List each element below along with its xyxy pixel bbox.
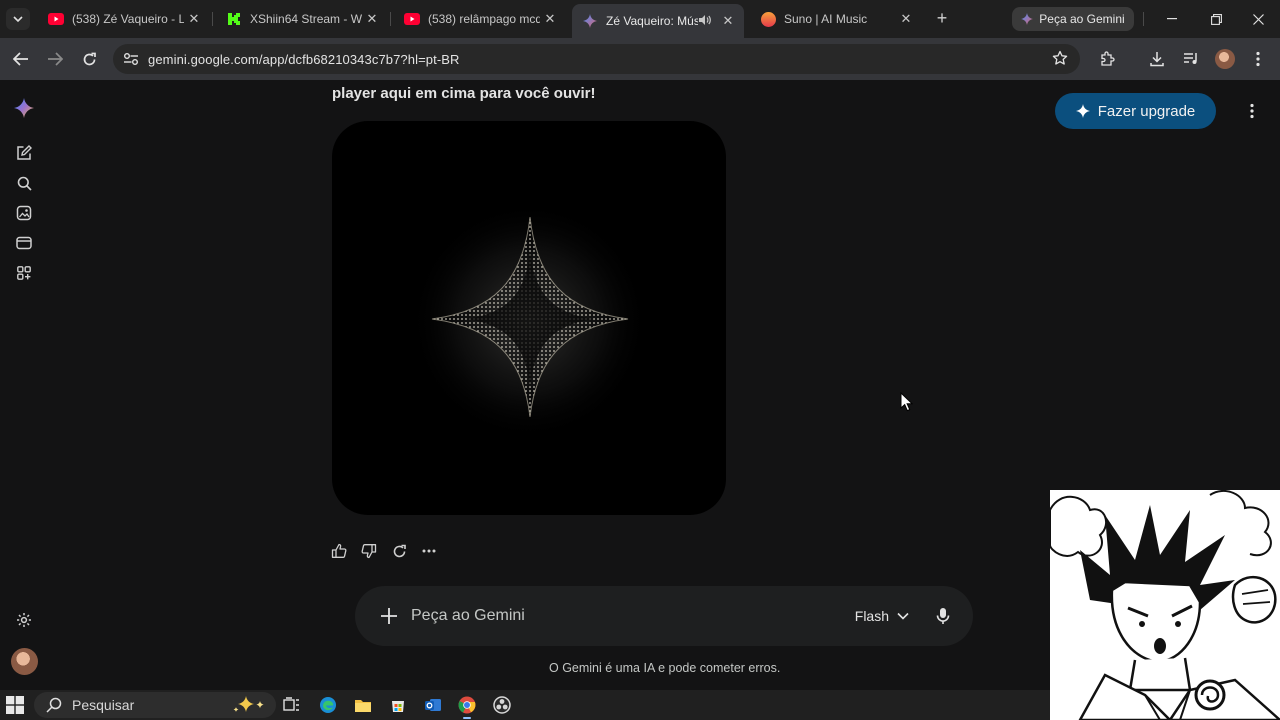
microphone-icon[interactable] (931, 604, 955, 628)
mouse-cursor-icon (900, 391, 914, 417)
browser-toolbar: gemini.google.com/app/dcfb68210343c7b7?h… (0, 38, 1280, 80)
video-icon[interactable] (14, 233, 34, 253)
upgrade-button[interactable]: Fazer upgrade (1055, 93, 1216, 129)
browser-tab[interactable]: (538) Zé Vaqueiro - Let ✕ (38, 5, 210, 33)
assistant-message-text: player aqui em cima para você ouvir! (332, 85, 596, 102)
reload-icon (83, 52, 96, 65)
tab-title: (538) relâmpago mcqu (428, 12, 540, 26)
more-vert-icon[interactable] (1244, 101, 1260, 121)
obs-studio-icon[interactable] (491, 694, 513, 716)
chevron-down-icon (897, 612, 909, 620)
chevron-down-icon (13, 16, 23, 23)
kick-icon (226, 11, 242, 27)
model-selector[interactable]: Flash (855, 608, 909, 624)
search-icon[interactable] (14, 173, 34, 193)
sparkle-icon (1075, 104, 1090, 118)
gemini-icon (1021, 13, 1034, 25)
browser-menu-icon[interactable] (1246, 47, 1270, 71)
edge-browser-icon[interactable] (317, 694, 339, 716)
address-bar[interactable]: gemini.google.com/app/dcfb68210343c7b7?h… (113, 44, 1080, 74)
browser-tab[interactable]: XShiin64 Stream - Wat ✕ (216, 5, 388, 33)
ask-gemini-button[interactable]: Peça ao Gemini (1012, 7, 1134, 31)
close-icon[interactable]: ✕ (540, 11, 560, 27)
windows-start-icon[interactable] (6, 696, 26, 714)
model-label: Flash (854, 608, 889, 624)
user-avatar[interactable] (11, 648, 38, 675)
tab-title: XShiin64 Stream - Wat (250, 12, 362, 26)
ask-gemini-label: Peça ao Gemini (1039, 12, 1125, 26)
youtube-icon (48, 11, 64, 27)
chrome-icon[interactable] (456, 694, 478, 719)
more-options-icon[interactable] (420, 542, 438, 560)
reload-button[interactable] (77, 47, 101, 71)
url-text: gemini.google.com/app/dcfb68210343c7b7?h… (148, 51, 460, 67)
task-view-icon[interactable] (281, 694, 303, 716)
profile-avatar[interactable] (1213, 47, 1237, 71)
taskbar-search[interactable]: Pesquisar (34, 692, 276, 718)
thumbs-up-icon[interactable] (330, 542, 348, 560)
browser-tab-strip: (538) Zé Vaqueiro - Let ✕ XShiin64 Strea… (0, 0, 1280, 38)
streamer-overlay-image (1050, 490, 1280, 720)
close-icon[interactable]: ✕ (362, 11, 382, 27)
close-icon[interactable]: ✕ (718, 13, 738, 29)
add-attachment-icon[interactable] (377, 604, 401, 628)
gemini-sidebar (0, 80, 48, 690)
new-chat-icon[interactable] (14, 143, 34, 163)
tab-divider (212, 12, 213, 26)
bookmark-star-icon[interactable] (1052, 50, 1068, 71)
new-tab-button[interactable]: + (932, 8, 952, 28)
disclaimer-text: O Gemini é uma IA e pode cometer erros. (549, 661, 781, 675)
download-icon[interactable] (1145, 47, 1169, 71)
manga-character-illustration (1050, 490, 1280, 720)
back-button[interactable] (9, 47, 33, 71)
gemini-logo-icon[interactable] (14, 98, 34, 118)
arrow-left-icon (13, 52, 28, 66)
settings-gear-icon[interactable] (14, 610, 34, 630)
suno-icon (760, 11, 776, 27)
apps-grid-icon[interactable] (14, 263, 34, 283)
site-info-icon[interactable] (119, 52, 143, 66)
thumbs-down-icon[interactable] (360, 542, 378, 560)
close-icon[interactable]: ✕ (184, 11, 204, 27)
restore-button[interactable] (1196, 6, 1236, 32)
sparkle-visualizer-graphic (409, 201, 649, 441)
arrow-right-icon (48, 52, 63, 66)
prompt-input[interactable] (411, 607, 855, 625)
tab-title: Zé Vaqueiro: Músi (606, 14, 698, 28)
message-actions (330, 542, 438, 560)
audio-visualizer-player[interactable] (332, 121, 726, 515)
minimize-button[interactable] (1152, 6, 1192, 32)
file-explorer-icon[interactable] (352, 694, 374, 716)
forward-button[interactable] (43, 47, 67, 71)
copilot-sparkle-icon (233, 696, 264, 712)
upgrade-label: Fazer upgrade (1097, 102, 1196, 120)
regenerate-icon[interactable] (390, 542, 408, 560)
microsoft-store-icon[interactable] (387, 694, 409, 716)
taskbar-search-label: Pesquisar (72, 697, 135, 713)
gallery-icon[interactable] (14, 203, 34, 223)
tab-title: (538) Zé Vaqueiro - Let (72, 12, 184, 26)
tab-title: Suno | AI Music (784, 12, 868, 26)
tab-search-dropdown[interactable] (6, 8, 30, 30)
browser-tab[interactable]: Suno | AI Music ✕ (750, 5, 922, 33)
search-icon (46, 697, 62, 713)
close-window-button[interactable] (1238, 6, 1278, 32)
browser-tab-active[interactable]: Zé Vaqueiro: Músi ✕ (572, 4, 744, 38)
close-icon[interactable]: ✕ (896, 11, 916, 27)
prompt-box: Flash (355, 586, 973, 646)
extensions-icon[interactable] (1095, 47, 1119, 71)
gemini-icon (582, 13, 598, 29)
browser-tab[interactable]: (538) relâmpago mcqu ✕ (394, 5, 566, 33)
youtube-icon (404, 11, 420, 27)
tab-divider (1143, 12, 1144, 26)
tab-divider (390, 12, 391, 26)
speaker-icon[interactable] (698, 14, 714, 29)
media-control-icon[interactable] (1179, 47, 1203, 71)
outlook-icon[interactable] (422, 694, 444, 716)
